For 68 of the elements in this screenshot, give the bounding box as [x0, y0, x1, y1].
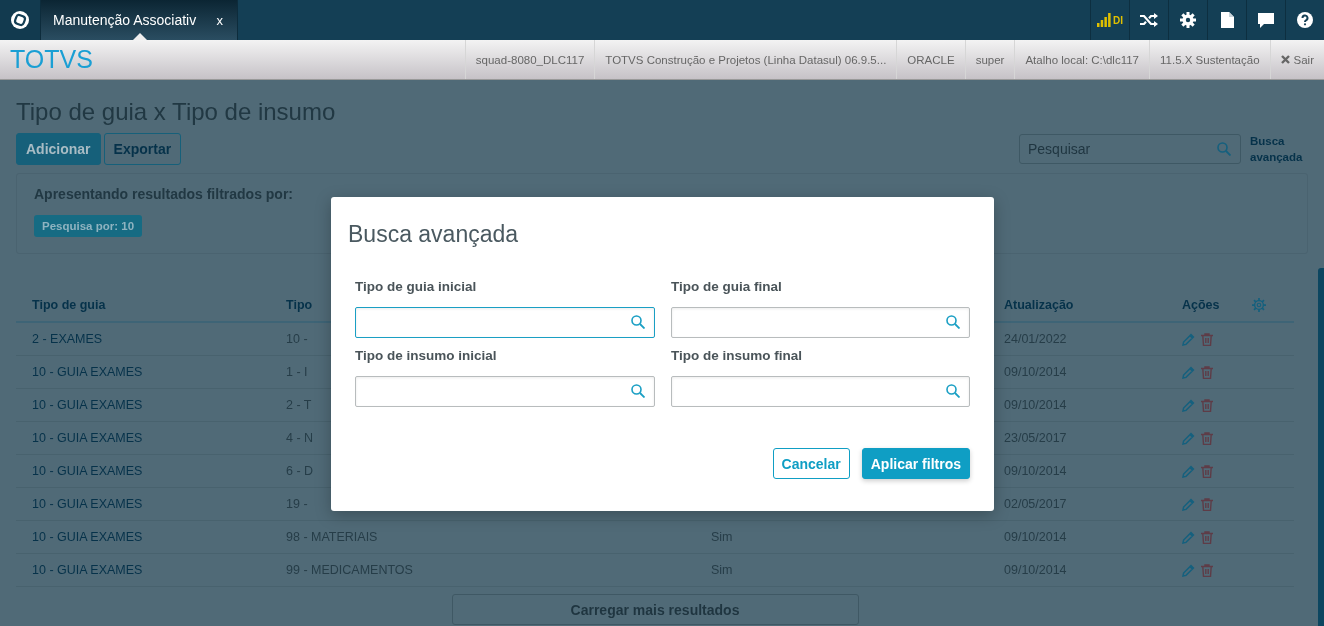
settings-icon[interactable] [1180, 12, 1196, 28]
trash-icon[interactable] [1201, 365, 1213, 379]
search-icon [1217, 142, 1231, 156]
session-info: ORACLE [896, 40, 965, 79]
dialog-button[interactable]: Cancelar [772, 448, 850, 479]
trash-icon[interactable] [1201, 530, 1213, 544]
scrollbar[interactable] [1318, 268, 1324, 626]
search-icon[interactable] [946, 384, 960, 398]
lookup-field[interactable] [671, 376, 970, 407]
edit-icon[interactable] [1182, 530, 1195, 544]
field-label: Tipo de guia final [671, 279, 783, 294]
field-label: Tipo de guia inicial [355, 279, 478, 294]
table-cell[interactable]: 10 - GUIA EXAMES [16, 497, 286, 511]
edit-icon[interactable] [1182, 563, 1195, 577]
edit-icon[interactable] [1182, 431, 1195, 445]
table-cell[interactable]: 2 - EXAMES [16, 332, 286, 346]
brand-name: TOTVS [9, 45, 93, 74]
logout-button[interactable]: Sair [1269, 40, 1324, 79]
trash-icon[interactable] [1201, 431, 1213, 445]
session-info: squad-8080_DLC117 [464, 40, 595, 79]
search-icon[interactable] [946, 315, 960, 329]
edit-icon[interactable] [1182, 332, 1195, 346]
action-button[interactable]: Exportar [103, 133, 182, 165]
edit-icon[interactable] [1182, 365, 1195, 379]
table-cell[interactable]: 10 - GUIA EXAMES [16, 464, 286, 478]
edit-icon[interactable] [1182, 398, 1195, 412]
trash-icon[interactable] [1201, 332, 1213, 346]
shuffle-icon[interactable] [1140, 13, 1158, 27]
column-header: Ações [1182, 298, 1221, 312]
advanced-search-link[interactable]: Busca avançada [1250, 133, 1308, 165]
filter-tag[interactable]: Pesquisa por: 10 [34, 215, 143, 237]
lookup-field[interactable] [355, 376, 655, 407]
trash-icon[interactable] [1201, 398, 1213, 412]
edit-icon[interactable] [1182, 497, 1195, 511]
lookup-field[interactable] [355, 307, 655, 338]
table-cell[interactable]: 10 - GUIA EXAMES [16, 530, 286, 544]
tab-label[interactable]: Manutenção Associativ [53, 12, 197, 28]
connection-label: DI [1113, 14, 1123, 26]
trash-icon[interactable] [1201, 563, 1213, 577]
file-icon[interactable] [1220, 12, 1234, 28]
action-button[interactable]: Adicionar [16, 133, 101, 165]
field-label: Tipo de insumo final [671, 348, 803, 363]
column-header[interactable]: Tipo de guia [16, 298, 286, 312]
trash-icon[interactable] [1201, 497, 1213, 511]
dialog-title: Busca avançada [348, 221, 520, 248]
search-icon[interactable] [631, 384, 645, 398]
column-header[interactable]: Atualização [1004, 298, 1182, 312]
search-icon[interactable] [631, 315, 645, 329]
table-cell[interactable]: 10 - GUIA EXAMES [16, 431, 286, 445]
table-cell[interactable]: 10 - GUIA EXAMES [16, 365, 286, 379]
lookup-field[interactable] [671, 307, 970, 338]
trash-icon[interactable] [1201, 464, 1213, 478]
help-icon[interactable] [1297, 12, 1313, 28]
signal-icon [1097, 13, 1111, 27]
logo-icon[interactable] [10, 10, 30, 30]
app-tab[interactable]: Manutenção Associativ x [40, 0, 238, 40]
table-cell[interactable]: 10 - GUIA EXAMES [16, 563, 286, 577]
field-label: Tipo de insumo inicial [355, 348, 498, 363]
session-info: Atalho local: C:\dlc117 [1014, 40, 1149, 79]
session-info: 11.5.X Sustentação [1149, 40, 1270, 79]
table-cell[interactable]: 10 - GUIA EXAMES [16, 398, 286, 412]
close-button[interactable]: x [216, 12, 223, 28]
dialog-button[interactable]: Aplicar filtros [861, 448, 970, 479]
session-info: super [964, 40, 1015, 79]
close-icon [1280, 55, 1290, 64]
edit-icon[interactable] [1182, 464, 1195, 478]
session-info: TOTVS Construção e Projetos (Linha Datasul) 06.9.5... [594, 40, 897, 79]
chat-icon[interactable] [1258, 12, 1274, 28]
